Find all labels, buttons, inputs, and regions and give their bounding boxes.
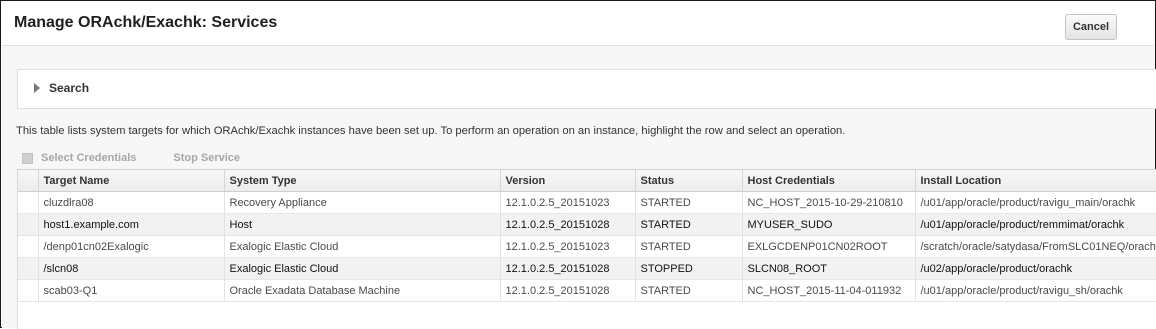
column-header-system-type[interactable]: System Type <box>224 170 501 192</box>
selector-header <box>18 170 39 192</box>
select-credentials-button[interactable]: Select Credentials <box>41 152 136 164</box>
column-header-status[interactable]: Status <box>635 170 743 192</box>
cell-system-type: Host <box>224 213 501 236</box>
table-row[interactable]: cluzdlra08 Recovery Appliance 12.1.0.2.5… <box>18 191 1156 214</box>
cell-install-location: /u02/app/oracle/product/orachk <box>915 257 1156 280</box>
cell-host-credentials: EXLGCDENP01CN02ROOT <box>742 235 916 258</box>
cell-version: 12.1.0.2.5_20151028 <box>500 279 636 302</box>
cell-target-name: cluzdlra08 <box>38 191 225 214</box>
column-header-host-credentials[interactable]: Host Credentials <box>742 170 916 192</box>
search-label: Search <box>49 81 90 95</box>
row-selector[interactable] <box>18 213 39 236</box>
cell-target-name: /slcn08 <box>38 257 225 280</box>
cancel-button[interactable]: Cancel <box>1065 14 1117 40</box>
cell-target-name: host1.example.com <box>38 213 225 236</box>
cell-status: STARTED <box>635 213 743 236</box>
content-area: Search This table lists system targets f… <box>2 45 1156 329</box>
cell-status: STARTED <box>635 191 743 214</box>
toolbar: Select Credentials Stop Service <box>22 150 240 166</box>
cell-version: 12.1.0.2.5_20151028 <box>500 257 636 280</box>
cell-install-location: /scratch/oracle/satydasa/FromSLC01NEQ/or… <box>915 235 1156 258</box>
column-header-install-location[interactable]: Install Location <box>915 170 1156 192</box>
table-row[interactable]: host1.example.com Host 12.1.0.2.5_201510… <box>18 213 1156 236</box>
page-title: Manage ORAchk/Exachk: Services <box>14 14 278 31</box>
cell-version: 12.1.0.2.5_20151028 <box>500 213 636 236</box>
dialog-header: Manage ORAchk/Exachk: Services Cancel <box>2 2 1154 42</box>
search-toggle[interactable]: Search <box>34 81 89 95</box>
info-text: This table lists system targets for whic… <box>16 125 846 137</box>
services-table: Target Name System Type Version Status H… <box>17 169 1156 329</box>
row-selector[interactable] <box>18 235 39 258</box>
cell-host-credentials: NC_HOST_2015-11-04-011932 <box>742 279 916 302</box>
disclosure-triangle-icon <box>34 83 40 93</box>
cell-status: STARTED <box>635 235 743 258</box>
table-row[interactable]: /denp01cn02Exalogic Exalogic Elastic Clo… <box>18 235 1156 258</box>
cell-version: 12.1.0.2.5_20151023 <box>500 235 636 258</box>
credentials-icon <box>22 152 33 164</box>
table-header-row: Target Name System Type Version Status H… <box>18 170 1156 192</box>
column-header-version[interactable]: Version <box>500 170 636 192</box>
cell-target-name: /denp01cn02Exalogic <box>38 235 225 258</box>
cell-status: STARTED <box>635 279 743 302</box>
cell-system-type: Oracle Exadata Database Machine <box>224 279 501 302</box>
stop-service-button[interactable]: Stop Service <box>173 152 240 164</box>
cell-install-location: /u01/app/oracle/product/ravigu_sh/orachk <box>915 279 1156 302</box>
cell-host-credentials: SLCN08_ROOT <box>742 257 916 280</box>
cell-system-type: Recovery Appliance <box>224 191 501 214</box>
row-selector[interactable] <box>18 257 39 280</box>
row-selector[interactable] <box>18 279 39 302</box>
table-row[interactable]: /slcn08 Exalogic Elastic Cloud 12.1.0.2.… <box>18 257 1156 280</box>
cell-install-location: /u01/app/oracle/product/ravigu_main/orac… <box>915 191 1156 214</box>
row-selector[interactable] <box>18 191 39 214</box>
cell-version: 12.1.0.2.5_20151023 <box>500 191 636 214</box>
cell-status: STOPPED <box>635 257 743 280</box>
cell-system-type: Exalogic Elastic Cloud <box>224 257 501 280</box>
search-panel: Search <box>17 69 1156 109</box>
cell-target-name: scab03-Q1 <box>38 279 225 302</box>
column-header-target-name[interactable]: Target Name <box>38 170 225 192</box>
cell-host-credentials: NC_HOST_2015-10-29-210810 <box>742 191 916 214</box>
cell-install-location: /u01/app/oracle/product/remmimat/orachk <box>915 213 1156 236</box>
dialog-frame: Manage ORAchk/Exachk: Services Cancel Se… <box>0 0 1156 329</box>
cell-system-type: Exalogic Elastic Cloud <box>224 235 501 258</box>
table-row[interactable]: scab03-Q1 Oracle Exadata Database Machin… <box>18 279 1156 302</box>
cell-host-credentials: MYUSER_SUDO <box>742 213 916 236</box>
